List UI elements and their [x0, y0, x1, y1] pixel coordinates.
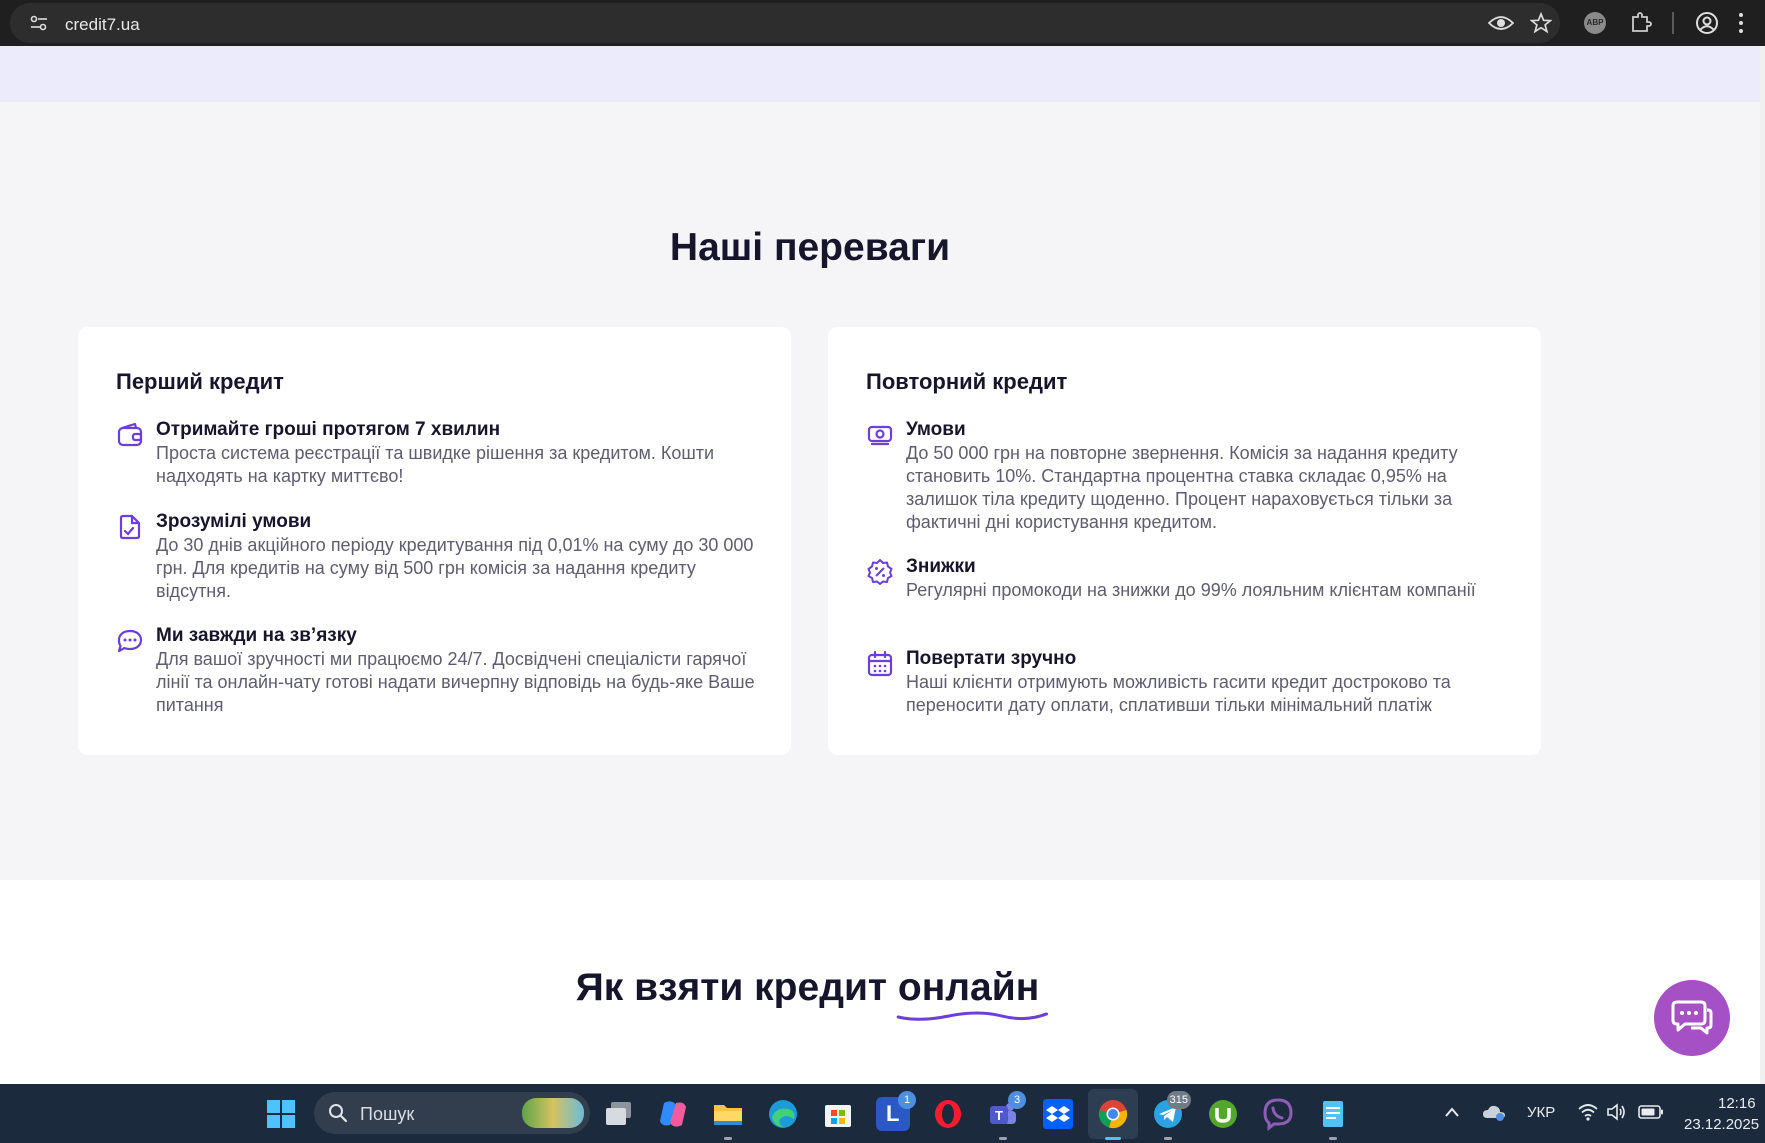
l-app-icon[interactable]: L 1 — [876, 1091, 916, 1131]
site-info-icon[interactable] — [30, 15, 48, 31]
feature-title: Умови — [906, 419, 966, 440]
search-icon — [329, 1104, 348, 1123]
svg-text:T: T — [995, 1108, 1003, 1123]
running-indicator — [1164, 1137, 1172, 1140]
opera-icon[interactable] — [931, 1097, 965, 1131]
chevron-up-icon[interactable] — [1444, 1106, 1460, 1118]
notification-badge: 315 — [1166, 1091, 1191, 1109]
feature-description: До 50 000 грн на повторне звернення. Ком… — [906, 443, 1458, 532]
language-indicator[interactable]: УКР — [1527, 1104, 1555, 1121]
feature-title: Зрозумілі умови — [156, 511, 312, 532]
repeat-credit-card: Повторний кредит Умови До 50 000 грн на … — [828, 327, 1541, 755]
feature-title: Повертати зручно — [906, 648, 1077, 669]
notification-badge: 3 — [1008, 1091, 1026, 1109]
running-indicator — [999, 1137, 1007, 1140]
header-band — [0, 46, 1760, 102]
edge-icon[interactable] — [766, 1097, 800, 1131]
toolbar-divider — [1672, 12, 1674, 34]
telegram-icon[interactable]: 315 — [1151, 1091, 1191, 1131]
card-title: Перший кредит — [116, 369, 284, 394]
wallet-icon — [117, 422, 143, 447]
kebab-menu-icon[interactable] — [1738, 12, 1744, 34]
microsoft-store-icon[interactable] — [821, 1097, 855, 1131]
windows-taskbar: Пошук L 1 T 3 315 УКР 12:16 23.12.2025 — [0, 1084, 1765, 1143]
feature-description: Наші клієнти отримують можливість гасити… — [906, 672, 1451, 715]
clock-time[interactable]: 12:16 — [1718, 1095, 1756, 1112]
puzzle-icon[interactable] — [1630, 11, 1652, 33]
card-title: Повторний кредит — [866, 369, 1068, 394]
advantages-title: Наші переваги — [669, 226, 951, 269]
chat-support-icon — [1671, 1000, 1713, 1035]
feature-description: Проста система реєстрації та швидке ріше… — [156, 443, 715, 486]
eye-icon[interactable] — [1488, 14, 1514, 32]
feature-title: Знижки — [906, 556, 976, 577]
how-to-title-accent: онлайн — [896, 966, 1048, 1021]
money-icon — [867, 425, 893, 446]
page-scrollbar[interactable] — [1760, 46, 1765, 1084]
utorrent-icon[interactable] — [1206, 1097, 1240, 1131]
search-highlight-image — [522, 1098, 584, 1128]
adblock-icon[interactable]: ABP — [1584, 12, 1606, 34]
first-credit-card: Перший кредит Отримайте гроші протягом 7… — [78, 327, 791, 755]
how-to-title: Як взяти кредит онлайн — [0, 966, 1615, 1021]
browser-toolbar: credit7.ua ABP — [0, 0, 1765, 46]
clock-date[interactable]: 23.12.2025 — [1684, 1116, 1759, 1133]
task-view-icon[interactable] — [602, 1097, 636, 1131]
volume-icon[interactable] — [1606, 1103, 1626, 1121]
taskbar-search[interactable]: Пошук — [314, 1092, 590, 1134]
onedrive-icon[interactable] — [1482, 1102, 1506, 1122]
feature-description: Для вашої зручності ми працюємо 24/7. До… — [156, 649, 755, 715]
feature-description: До 30 днів акційного періоду кредитуванн… — [156, 535, 754, 601]
running-indicator — [724, 1137, 732, 1140]
document-check-icon — [119, 514, 141, 540]
chat-bubble-icon — [117, 629, 143, 653]
notepad-icon[interactable] — [1316, 1097, 1350, 1131]
running-indicator — [1329, 1137, 1337, 1140]
running-indicator — [1105, 1137, 1121, 1140]
squiggle-underline — [896, 1011, 1048, 1021]
viber-icon[interactable] — [1261, 1097, 1295, 1131]
page-viewport: Наші переваги Перший кредит Отримайте гр… — [0, 46, 1760, 1084]
profile-icon[interactable] — [1695, 11, 1719, 35]
feature-title: Отримайте гроші протягом 7 хвилин — [156, 419, 501, 440]
chrome-icon[interactable] — [1096, 1097, 1130, 1131]
url-text[interactable]: credit7.ua — [65, 15, 140, 35]
wifi-icon[interactable] — [1578, 1103, 1598, 1121]
discount-badge-icon — [867, 559, 893, 585]
feature-description: Регулярні промокоди на знижки до 99% лоя… — [906, 580, 1476, 600]
star-icon[interactable] — [1530, 12, 1552, 34]
copilot-icon[interactable] — [656, 1097, 690, 1131]
calendar-icon — [867, 650, 893, 677]
battery-icon[interactable] — [1638, 1105, 1664, 1119]
notification-badge: 1 — [898, 1091, 916, 1109]
how-to-title-accent-text: онлайн — [897, 966, 1040, 1009]
feature-title: Ми завжди на зв’язку — [156, 625, 357, 646]
file-explorer-icon[interactable] — [711, 1097, 745, 1131]
how-to-title-main: Як взяти кредит — [575, 966, 888, 1009]
teams-icon[interactable]: T 3 — [986, 1091, 1026, 1131]
dropbox-icon[interactable] — [1041, 1097, 1075, 1131]
chat-support-button[interactable] — [1654, 980, 1730, 1056]
address-bar[interactable]: credit7.ua — [10, 3, 1560, 43]
windows-start-icon[interactable] — [264, 1097, 298, 1131]
search-placeholder: Пошук — [360, 1104, 415, 1124]
